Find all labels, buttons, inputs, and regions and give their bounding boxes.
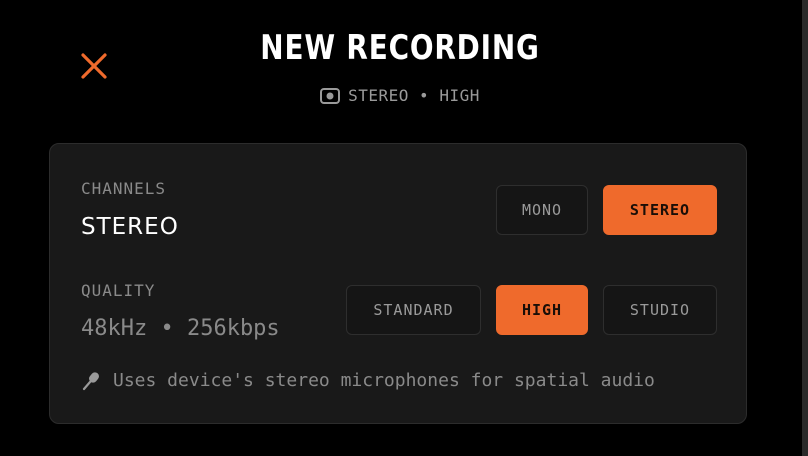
channels-value: STEREO: [81, 214, 179, 240]
hint-text: Uses device's stereo microphones for spa…: [113, 370, 655, 391]
channels-option-mono[interactable]: MONO: [496, 185, 588, 235]
channels-option-stereo[interactable]: STEREO: [603, 185, 717, 235]
hint-row: Uses device's stereo microphones for spa…: [81, 370, 655, 391]
settings-card: CHANNELS STEREO MONO STEREO QUALITY 48kH…: [49, 143, 747, 424]
recording-screen: NEW RECORDING STEREO • HIGH CHANNELS STE…: [0, 0, 808, 456]
quality-value: 48kHz • 256kbps: [81, 316, 280, 341]
quality-label: QUALITY: [81, 281, 156, 300]
record-icon: [320, 87, 341, 104]
channels-label: CHANNELS: [81, 179, 167, 198]
page-title: NEW RECORDING: [260, 28, 540, 68]
summary-text: STEREO • HIGH: [348, 86, 480, 105]
recording-summary: STEREO • HIGH: [0, 86, 800, 105]
quality-option-standard[interactable]: STANDARD: [346, 285, 481, 335]
quality-option-high[interactable]: HIGH: [496, 285, 588, 335]
quality-option-studio[interactable]: STUDIO: [603, 285, 717, 335]
microphone-icon: [81, 371, 101, 391]
window-edge: [802, 0, 808, 456]
